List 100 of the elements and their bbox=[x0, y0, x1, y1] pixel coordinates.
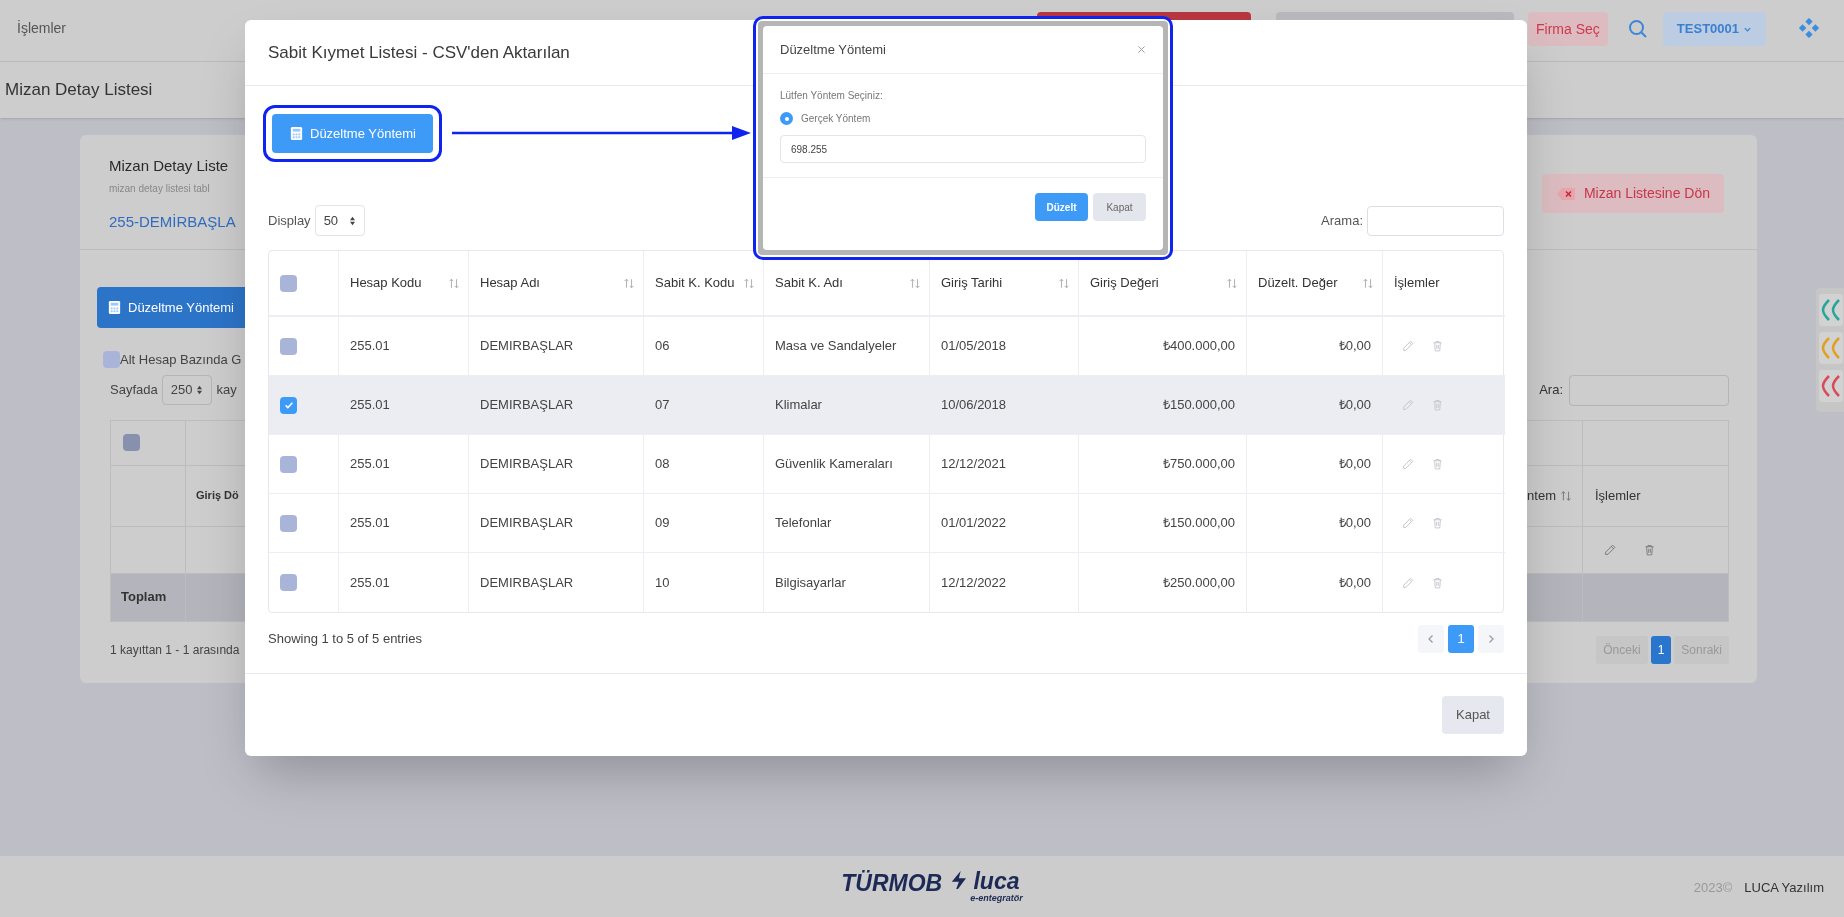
table-cell-text: 08 bbox=[655, 455, 670, 474]
display-count-select[interactable]: 50 bbox=[314, 205, 365, 236]
entries-info: 1 kayıttan 1 - 1 arasında bbox=[110, 641, 240, 659]
sort-icon[interactable] bbox=[1362, 276, 1374, 290]
search-field[interactable] bbox=[1569, 374, 1729, 406]
calculator-icon bbox=[289, 126, 304, 141]
trash-icon[interactable] bbox=[1431, 575, 1444, 590]
value-field[interactable]: 698.255 bbox=[780, 135, 1146, 163]
table-cell-text: Klimalar bbox=[775, 396, 822, 415]
table-cell-text: 10/06/2018 bbox=[941, 396, 1007, 415]
checkbox[interactable] bbox=[280, 455, 297, 473]
checkbox[interactable] bbox=[280, 396, 297, 414]
total-label: Toplam bbox=[121, 588, 167, 607]
trash-icon[interactable] bbox=[1431, 339, 1444, 353]
checkbox[interactable] bbox=[280, 274, 297, 292]
modal-title: Sabit Kıymet Listesi - CSV'den Aktarılan bbox=[268, 41, 570, 64]
app-logo-icon[interactable] bbox=[1798, 17, 1820, 39]
card-subtitle: mizan detay listesi tabl bbox=[109, 181, 211, 196]
table-cell-text: 09 bbox=[655, 514, 670, 533]
table-cell-text: Masa ve Sandalyeler bbox=[775, 337, 897, 356]
edit-icon[interactable] bbox=[1401, 398, 1415, 412]
column-header: Giriş Dö bbox=[196, 488, 239, 504]
prompt-label: Lütfen Yöntem Seçiniz: bbox=[780, 89, 884, 103]
search-label: Arama: bbox=[1321, 211, 1363, 230]
column-header[interactable]: Giriş Tarihi bbox=[941, 272, 1009, 294]
pagination-button[interactable]: 1 bbox=[1650, 635, 1672, 664]
menu-label[interactable]: İşlemler bbox=[17, 18, 66, 39]
sort-icon[interactable] bbox=[1226, 276, 1238, 290]
display-label: Display bbox=[268, 211, 311, 230]
column-header[interactable]: Sabit K. Kodu bbox=[655, 272, 741, 294]
table-cell-text: ₺0,00 bbox=[1338, 514, 1371, 533]
edit-icon[interactable] bbox=[1401, 575, 1415, 590]
trash-icon[interactable] bbox=[1431, 516, 1444, 530]
radio-label: Gerçek Yöntem bbox=[801, 112, 871, 126]
table-cell-text: ₺250.000,00 bbox=[1162, 573, 1235, 592]
table-cell-text: ₺400.000,00 bbox=[1162, 337, 1235, 356]
close-icon[interactable] bbox=[1137, 45, 1146, 54]
edit-icon[interactable] bbox=[1401, 339, 1415, 353]
edit-icon[interactable] bbox=[1401, 457, 1415, 471]
checkbox[interactable] bbox=[280, 574, 297, 591]
search-label: Ara: bbox=[1539, 381, 1563, 400]
table-cell-text: 12/12/2021 bbox=[941, 455, 1007, 474]
search-icon[interactable] bbox=[1627, 19, 1648, 39]
checkbox[interactable] bbox=[123, 434, 140, 451]
side-widget-icon[interactable] bbox=[1819, 370, 1843, 402]
caret-icon bbox=[348, 215, 356, 226]
account-title: 255-DEMİRBAŞLA bbox=[109, 211, 236, 232]
trash-icon[interactable] bbox=[1431, 457, 1444, 471]
product-logo: luca bbox=[973, 870, 1020, 893]
close-button[interactable]: Kapat bbox=[1093, 193, 1146, 221]
chevron-right-icon bbox=[1486, 634, 1496, 644]
column-header[interactable]: Giriş Değeri bbox=[1090, 272, 1165, 294]
table-cell-text: DEMIRBAŞLAR bbox=[480, 514, 574, 533]
side-widget-icon[interactable] bbox=[1819, 332, 1843, 364]
calculator-icon bbox=[107, 300, 122, 315]
table-cell-text: 12/12/2022 bbox=[941, 573, 1007, 592]
dialog-title: Düzeltme Yöntemi bbox=[780, 40, 886, 59]
table-cell-text: 255.01 bbox=[350, 337, 390, 356]
table-cell-text: ₺150.000,00 bbox=[1162, 514, 1235, 533]
bolt-icon bbox=[950, 870, 967, 890]
trash-icon[interactable] bbox=[1643, 542, 1656, 557]
table-cell-text: ₺750.000,00 bbox=[1162, 455, 1235, 474]
table-cell-text: 07 bbox=[655, 396, 670, 415]
logo-tagline: e-entegratör bbox=[970, 894, 1023, 903]
sort-icon[interactable] bbox=[909, 276, 921, 290]
card-title: Mizan Detay Liste bbox=[109, 156, 230, 176]
search-field[interactable] bbox=[1367, 205, 1504, 236]
edit-icon[interactable] bbox=[1401, 516, 1415, 530]
table-cell-text: Bilgisayarlar bbox=[775, 573, 846, 592]
side-widget-icon[interactable] bbox=[1819, 294, 1843, 326]
sort-icon[interactable] bbox=[448, 276, 460, 290]
company-name: LUCA Yazılım bbox=[1744, 879, 1824, 897]
checkbox[interactable] bbox=[280, 337, 297, 355]
table-cell-text: Telefonlar bbox=[775, 514, 832, 533]
checkbox[interactable] bbox=[280, 514, 297, 532]
page-size-select[interactable]: 250 bbox=[161, 375, 213, 405]
sort-icon[interactable] bbox=[1058, 276, 1070, 290]
page-size-label: kay bbox=[216, 381, 237, 400]
checkbox[interactable] bbox=[103, 351, 120, 369]
sort-icon[interactable] bbox=[623, 276, 635, 290]
previous-page-button[interactable] bbox=[1418, 625, 1444, 653]
close-button[interactable]: Kapat bbox=[1442, 696, 1504, 734]
chevron-left-icon bbox=[1426, 634, 1436, 644]
column-header[interactable]: Hesap Adı bbox=[480, 272, 546, 294]
column-header[interactable]: Düzelt. Değer bbox=[1258, 272, 1344, 294]
trash-icon[interactable] bbox=[1431, 398, 1444, 412]
next-page-button[interactable] bbox=[1478, 625, 1504, 653]
sort-icon[interactable] bbox=[1560, 489, 1572, 502]
radio-button[interactable] bbox=[780, 112, 793, 125]
sort-icon[interactable] bbox=[743, 276, 755, 290]
table-cell-text: DEMIRBAŞLAR bbox=[480, 337, 574, 356]
column-header[interactable]: İşlemler bbox=[1394, 272, 1446, 294]
caret-icon bbox=[196, 385, 204, 395]
column-header[interactable]: Sabit K. Adı bbox=[775, 272, 849, 294]
page-size-label: Sayfada bbox=[110, 381, 158, 400]
entries-info: Showing 1 to 5 of 5 entries bbox=[268, 630, 422, 649]
column-header[interactable]: Hesap Kodu bbox=[350, 272, 428, 294]
table-cell-text: 255.01 bbox=[350, 573, 390, 592]
table-cell-text: 255.01 bbox=[350, 396, 390, 415]
edit-icon[interactable] bbox=[1603, 542, 1617, 557]
